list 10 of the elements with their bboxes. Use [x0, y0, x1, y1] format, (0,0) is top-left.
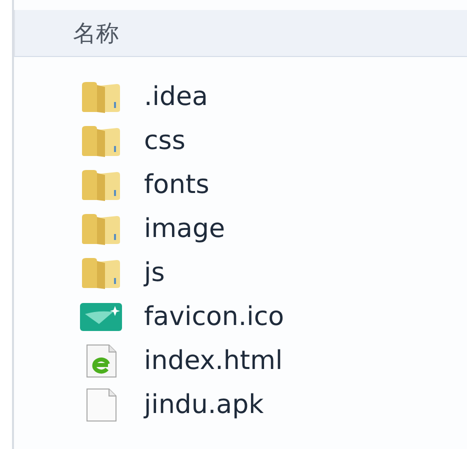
file-name[interactable]: .idea — [144, 82, 208, 112]
file-name[interactable]: jindu.apk — [144, 390, 264, 420]
file-name[interactable]: index.html — [144, 346, 283, 376]
file-name[interactable]: js — [144, 258, 165, 288]
file-name[interactable]: css — [144, 126, 186, 156]
file-name[interactable]: image — [144, 214, 225, 244]
file-name[interactable]: fonts — [144, 170, 210, 200]
column-header[interactable]: 名称 — [14, 10, 467, 57]
diamond-sparkle-icon — [78, 300, 124, 334]
file-name[interactable]: favicon.ico — [144, 302, 284, 332]
